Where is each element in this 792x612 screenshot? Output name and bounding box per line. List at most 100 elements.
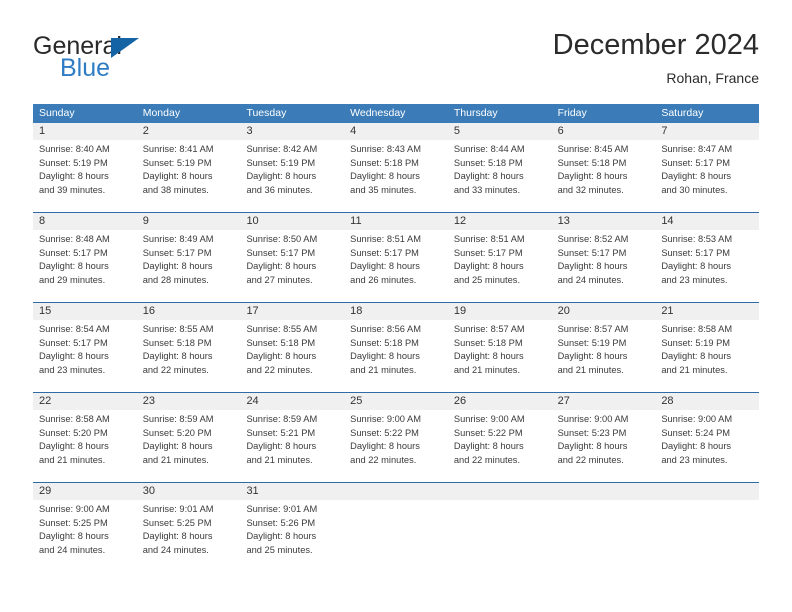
sunset-text: Sunset: 5:17 PM [453, 247, 523, 258]
day-cell[interactable]: 8 Sunrise: 8:48 AM Sunset: 5:17 PM Dayli… [33, 213, 137, 292]
daylight-text-line2: and 27 minutes. [246, 274, 313, 285]
sunrise-text: Sunrise: 8:47 AM [661, 144, 733, 154]
day-cell[interactable]: 3 Sunrise: 8:42 AM Sunset: 5:19 PM Dayli… [240, 123, 345, 202]
daylight-text-line2: and 23 minutes. [39, 364, 106, 375]
sunset-text: Sunset: 5:17 PM [39, 337, 108, 348]
sunset-text: Sunset: 5:17 PM [661, 247, 731, 258]
day-number: 26 [447, 393, 552, 410]
sunrise-text: Sunrise: 9:00 AM [350, 414, 421, 424]
sunrise-text: Sunrise: 8:44 AM [453, 144, 525, 154]
day-cell[interactable]: 15 Sunrise: 8:54 AM Sunset: 5:17 PM Dayl… [33, 303, 137, 382]
day-cell[interactable]: 9 Sunrise: 8:49 AM Sunset: 5:17 PM Dayli… [136, 213, 241, 292]
sunset-text: Sunset: 5:17 PM [557, 247, 627, 258]
generalblue-logo[interactable]: General Blue [33, 34, 233, 90]
day-cell[interactable]: 1 Sunrise: 8:40 AM Sunset: 5:19 PM Dayli… [33, 123, 137, 202]
day-cell[interactable]: 21 Sunrise: 8:58 AM Sunset: 5:19 PM Dayl… [655, 303, 760, 382]
day-number: 28 [655, 393, 760, 410]
daylight-text-line2: and 22 minutes. [142, 364, 209, 375]
sunset-text: Sunset: 5:18 PM [557, 157, 627, 168]
day-cell[interactable]: 7 Sunrise: 8:47 AM Sunset: 5:17 PM Dayli… [655, 123, 760, 202]
day-cell[interactable]: 14 Sunrise: 8:53 AM Sunset: 5:17 PM Dayl… [655, 213, 760, 292]
daylight-text-line2: and 22 minutes. [246, 364, 313, 375]
sunrise-text: Sunrise: 8:58 AM [39, 414, 110, 424]
day-cell[interactable]: 22 Sunrise: 8:58 AM Sunset: 5:20 PM Dayl… [33, 393, 137, 472]
day-cell[interactable]: 29 Sunrise: 9:00 AM Sunset: 5:25 PM Dayl… [33, 483, 137, 562]
day-cell[interactable]: 4 Sunrise: 8:43 AM Sunset: 5:18 PM Dayli… [344, 123, 448, 202]
daylight-text-line1: Daylight: 8 hours [350, 351, 420, 361]
week-row: 22 Sunrise: 8:58 AM Sunset: 5:20 PM Dayl… [33, 392, 760, 472]
daylight-text-line2: and 33 minutes. [453, 184, 521, 195]
day-cell[interactable]: 26 Sunrise: 9:00 AM Sunset: 5:22 PM Dayl… [447, 393, 552, 472]
day-number: 4 [344, 123, 448, 140]
day-cell[interactable]: 28 Sunrise: 9:00 AM Sunset: 5:24 PM Dayl… [655, 393, 760, 472]
daylight-text-line2: and 21 minutes. [661, 364, 728, 375]
sunset-text: Sunset: 5:19 PM [557, 337, 627, 348]
sunrise-text: Sunrise: 8:42 AM [246, 144, 318, 154]
daylight-text-line1: Daylight: 8 hours [453, 351, 524, 361]
day-cell[interactable]: 18 Sunrise: 8:56 AM Sunset: 5:18 PM Dayl… [344, 303, 448, 382]
daylight-text-line1: Daylight: 8 hours [661, 351, 732, 361]
sunrise-text: Sunrise: 8:58 AM [661, 324, 733, 334]
day-number: 5 [447, 123, 552, 140]
day-cell[interactable]: 16 Sunrise: 8:55 AM Sunset: 5:18 PM Dayl… [136, 303, 241, 382]
day-details: Sunrise: 8:51 AM Sunset: 5:17 PM Dayligh… [448, 230, 552, 287]
day-cell[interactable]: 13 Sunrise: 8:52 AM Sunset: 5:17 PM Dayl… [551, 213, 656, 292]
day-cell[interactable]: 5 Sunrise: 8:44 AM Sunset: 5:18 PM Dayli… [447, 123, 552, 202]
sunrise-text: Sunrise: 9:01 AM [246, 504, 318, 514]
sunrise-text: Sunrise: 8:41 AM [142, 144, 214, 154]
daylight-text-line2: and 39 minutes. [39, 184, 106, 195]
day-number: 22 [33, 393, 137, 410]
page-subtitle: Rohan, France [666, 70, 759, 86]
day-cell[interactable]: 25 Sunrise: 9:00 AM Sunset: 5:22 PM Dayl… [344, 393, 448, 472]
day-cell[interactable]: 6 Sunrise: 8:45 AM Sunset: 5:18 PM Dayli… [551, 123, 656, 202]
day-number: 9 [136, 213, 241, 230]
day-cell[interactable]: 17 Sunrise: 8:55 AM Sunset: 5:18 PM Dayl… [240, 303, 345, 382]
daylight-text-line2: and 26 minutes. [350, 274, 417, 285]
day-number: 15 [33, 303, 137, 320]
day-cell[interactable]: 27 Sunrise: 9:00 AM Sunset: 5:23 PM Dayl… [551, 393, 656, 472]
day-number: 21 [655, 303, 760, 320]
sunrise-text: Sunrise: 8:54 AM [39, 324, 110, 334]
day-details: Sunrise: 9:01 AM Sunset: 5:26 PM Dayligh… [240, 500, 344, 557]
day-cell[interactable]: 19 Sunrise: 8:57 AM Sunset: 5:18 PM Dayl… [447, 303, 552, 382]
sunrise-text: Sunrise: 8:52 AM [557, 234, 629, 244]
sunrise-text: Sunrise: 8:59 AM [142, 414, 214, 424]
day-cell-empty [551, 483, 656, 562]
daylight-text-line1: Daylight: 8 hours [350, 261, 420, 271]
day-number: 11 [344, 213, 448, 230]
day-cell[interactable]: 24 Sunrise: 8:59 AM Sunset: 5:21 PM Dayl… [240, 393, 345, 472]
day-number: 18 [344, 303, 448, 320]
daylight-text-line2: and 21 minutes. [246, 454, 313, 465]
day-number: 6 [551, 123, 656, 140]
daylight-text-line2: and 22 minutes. [453, 454, 521, 465]
day-cell[interactable]: 11 Sunrise: 8:51 AM Sunset: 5:17 PM Dayl… [344, 213, 448, 292]
day-number: 14 [655, 213, 760, 230]
day-number: 30 [136, 483, 241, 500]
day-details: Sunrise: 9:00 AM Sunset: 5:22 PM Dayligh… [344, 410, 448, 467]
day-cell[interactable]: 2 Sunrise: 8:41 AM Sunset: 5:19 PM Dayli… [136, 123, 241, 202]
page-title: December 2024 [552, 29, 759, 61]
weekday-header-sunday: Sunday [39, 107, 75, 119]
sunset-text: Sunset: 5:23 PM [557, 427, 627, 438]
daylight-text-line1: Daylight: 8 hours [246, 171, 317, 181]
day-details: Sunrise: 8:56 AM Sunset: 5:18 PM Dayligh… [344, 320, 448, 377]
day-details: Sunrise: 9:00 AM Sunset: 5:24 PM Dayligh… [655, 410, 759, 467]
daylight-text-line1: Daylight: 8 hours [557, 171, 628, 181]
sunrise-text: Sunrise: 8:49 AM [142, 234, 214, 244]
day-details: Sunrise: 8:43 AM Sunset: 5:18 PM Dayligh… [344, 140, 448, 197]
day-details: Sunrise: 8:52 AM Sunset: 5:17 PM Dayligh… [552, 230, 656, 287]
day-cell[interactable]: 20 Sunrise: 8:57 AM Sunset: 5:19 PM Dayl… [551, 303, 656, 382]
day-cell[interactable]: 10 Sunrise: 8:50 AM Sunset: 5:17 PM Dayl… [240, 213, 345, 292]
day-details: Sunrise: 8:54 AM Sunset: 5:17 PM Dayligh… [33, 320, 137, 377]
day-cell[interactable]: 12 Sunrise: 8:51 AM Sunset: 5:17 PM Dayl… [447, 213, 552, 292]
day-cell[interactable]: 30 Sunrise: 9:01 AM Sunset: 5:25 PM Dayl… [136, 483, 241, 562]
day-cell[interactable]: 23 Sunrise: 8:59 AM Sunset: 5:20 PM Dayl… [136, 393, 241, 472]
daylight-text-line2: and 38 minutes. [142, 184, 209, 195]
sunset-text: Sunset: 5:18 PM [142, 337, 212, 348]
day-number: 10 [240, 213, 345, 230]
day-details: Sunrise: 8:51 AM Sunset: 5:17 PM Dayligh… [344, 230, 448, 287]
day-details: Sunrise: 8:53 AM Sunset: 5:17 PM Dayligh… [655, 230, 759, 287]
day-cell[interactable]: 31 Sunrise: 9:01 AM Sunset: 5:26 PM Dayl… [240, 483, 345, 562]
daylight-text-line2: and 30 minutes. [661, 184, 728, 195]
day-number: 2 [136, 123, 241, 140]
